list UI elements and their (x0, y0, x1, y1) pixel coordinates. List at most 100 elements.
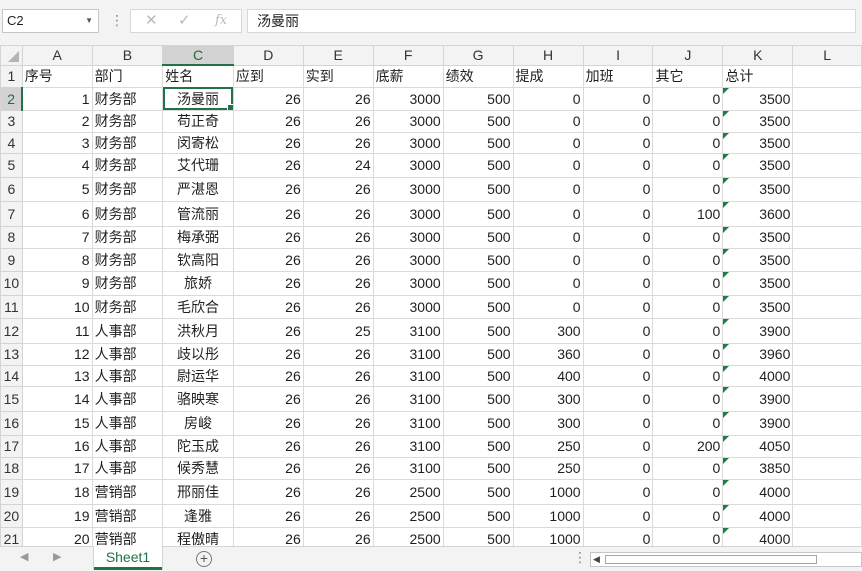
table-cell[interactable]: 3100 (372, 385, 444, 412)
row-header[interactable]: 13 (0, 342, 23, 366)
row-header[interactable]: 6 (0, 176, 23, 202)
table-cell[interactable]: 0 (512, 247, 584, 272)
table-cell[interactable]: 26 (302, 109, 374, 133)
table-cell[interactable]: 3500 (722, 294, 794, 319)
table-cell[interactable]: 26 (302, 176, 374, 202)
table-cell[interactable]: 0 (652, 294, 724, 319)
tab-sheet1[interactable]: Sheet1 (94, 546, 162, 570)
table-cell[interactable]: 财务部 (91, 247, 164, 272)
table-cell[interactable]: 人事部 (91, 434, 164, 458)
scroll-left-arrow-icon[interactable]: ◀ (593, 553, 600, 566)
table-cell[interactable]: 3600 (722, 200, 794, 227)
column-header-h[interactable]: H (512, 45, 584, 66)
table-cell[interactable]: 26 (232, 434, 304, 458)
header-cell[interactable]: 其它 (652, 64, 724, 88)
table-cell[interactable]: 500 (442, 152, 514, 178)
scrollbar-thumb[interactable] (605, 555, 817, 564)
table-cell[interactable]: 500 (442, 364, 514, 387)
cell[interactable] (792, 456, 862, 480)
table-cell[interactable]: 500 (442, 176, 514, 202)
cell[interactable] (792, 64, 862, 88)
table-cell[interactable]: 26 (232, 364, 304, 387)
table-cell[interactable]: 26 (302, 86, 374, 111)
table-cell[interactable]: 0 (582, 410, 654, 436)
row-header[interactable]: 9 (0, 247, 23, 272)
table-cell[interactable]: 1 (21, 86, 93, 111)
table-cell[interactable]: 26 (302, 247, 374, 272)
row-header[interactable]: 20 (0, 503, 23, 528)
table-cell[interactable]: 24 (302, 152, 374, 178)
table-cell[interactable]: 300 (512, 385, 584, 412)
table-cell[interactable]: 程傲晴 (162, 526, 234, 546)
row-header[interactable]: 3 (0, 109, 23, 133)
table-cell[interactable]: 3000 (372, 152, 444, 178)
name-box[interactable]: C2 ▼ (2, 9, 99, 33)
table-cell[interactable]: 500 (442, 385, 514, 412)
table-cell[interactable]: 100 (652, 200, 724, 227)
table-cell[interactable]: 26 (232, 131, 304, 154)
table-cell[interactable]: 18 (21, 478, 93, 505)
table-cell[interactable]: 26 (232, 152, 304, 178)
cell[interactable] (792, 526, 862, 546)
column-header-e[interactable]: E (302, 45, 374, 66)
active-cell[interactable]: 汤曼丽 (162, 86, 234, 111)
table-cell[interactable]: 2500 (372, 503, 444, 528)
table-cell[interactable]: 26 (232, 385, 304, 412)
cell[interactable] (792, 176, 862, 202)
table-cell[interactable]: 0 (652, 526, 724, 546)
scroll-left-icon[interactable]: ◀ (20, 550, 28, 563)
table-cell[interactable]: 500 (442, 342, 514, 366)
table-cell[interactable]: 3000 (372, 225, 444, 249)
table-cell[interactable]: 26 (302, 385, 374, 412)
add-sheet-icon[interactable]: + (196, 551, 212, 567)
table-cell[interactable]: 15 (21, 410, 93, 436)
table-cell[interactable]: 0 (512, 152, 584, 178)
table-cell[interactable]: 闵寄松 (162, 131, 234, 154)
table-cell[interactable]: 0 (652, 503, 724, 528)
cell[interactable] (792, 247, 862, 272)
table-cell[interactable]: 3000 (372, 200, 444, 227)
table-cell[interactable]: 500 (442, 109, 514, 133)
table-cell[interactable]: 财务部 (91, 270, 164, 296)
more-options-icon[interactable]: ⋮ (573, 549, 587, 566)
table-cell[interactable]: 26 (232, 456, 304, 480)
table-cell[interactable]: 艾代珊 (162, 152, 234, 178)
table-cell[interactable]: 500 (442, 526, 514, 546)
table-cell[interactable]: 3500 (722, 109, 794, 133)
table-cell[interactable]: 3500 (722, 131, 794, 154)
row-header[interactable]: 18 (0, 456, 23, 480)
table-cell[interactable]: 1000 (512, 526, 584, 546)
table-cell[interactable]: 13 (21, 364, 93, 387)
table-cell[interactable]: 房峻 (162, 410, 234, 436)
table-cell[interactable]: 26 (232, 270, 304, 296)
table-cell[interactable]: 2500 (372, 478, 444, 505)
header-cell[interactable]: 实到 (302, 64, 374, 88)
column-header-d[interactable]: D (232, 45, 304, 66)
table-cell[interactable]: 2500 (372, 526, 444, 546)
row-header[interactable]: 10 (0, 270, 23, 296)
table-cell[interactable]: 17 (21, 456, 93, 480)
table-cell[interactable]: 0 (652, 225, 724, 249)
table-cell[interactable]: 0 (582, 364, 654, 387)
table-cell[interactable]: 26 (232, 247, 304, 272)
table-cell[interactable]: 3900 (722, 317, 794, 344)
table-cell[interactable]: 财务部 (91, 225, 164, 249)
table-cell[interactable]: 500 (442, 86, 514, 111)
table-cell[interactable]: 人事部 (91, 342, 164, 366)
table-cell[interactable]: 0 (582, 109, 654, 133)
table-cell[interactable]: 3100 (372, 456, 444, 480)
header-cell[interactable]: 提成 (512, 64, 584, 88)
table-cell[interactable]: 骆映寒 (162, 385, 234, 412)
table-cell[interactable]: 26 (232, 317, 304, 344)
table-cell[interactable]: 3500 (722, 225, 794, 249)
cell[interactable] (792, 317, 862, 344)
row-header[interactable]: 1 (0, 64, 23, 88)
table-cell[interactable]: 洪秋月 (162, 317, 234, 344)
table-cell[interactable]: 26 (232, 410, 304, 436)
table-cell[interactable]: 26 (302, 294, 374, 319)
table-cell[interactable]: 陀玉成 (162, 434, 234, 458)
table-cell[interactable]: 财务部 (91, 294, 164, 319)
table-cell[interactable]: 管流丽 (162, 200, 234, 227)
table-cell[interactable]: 26 (302, 410, 374, 436)
table-cell[interactable]: 人事部 (91, 456, 164, 480)
